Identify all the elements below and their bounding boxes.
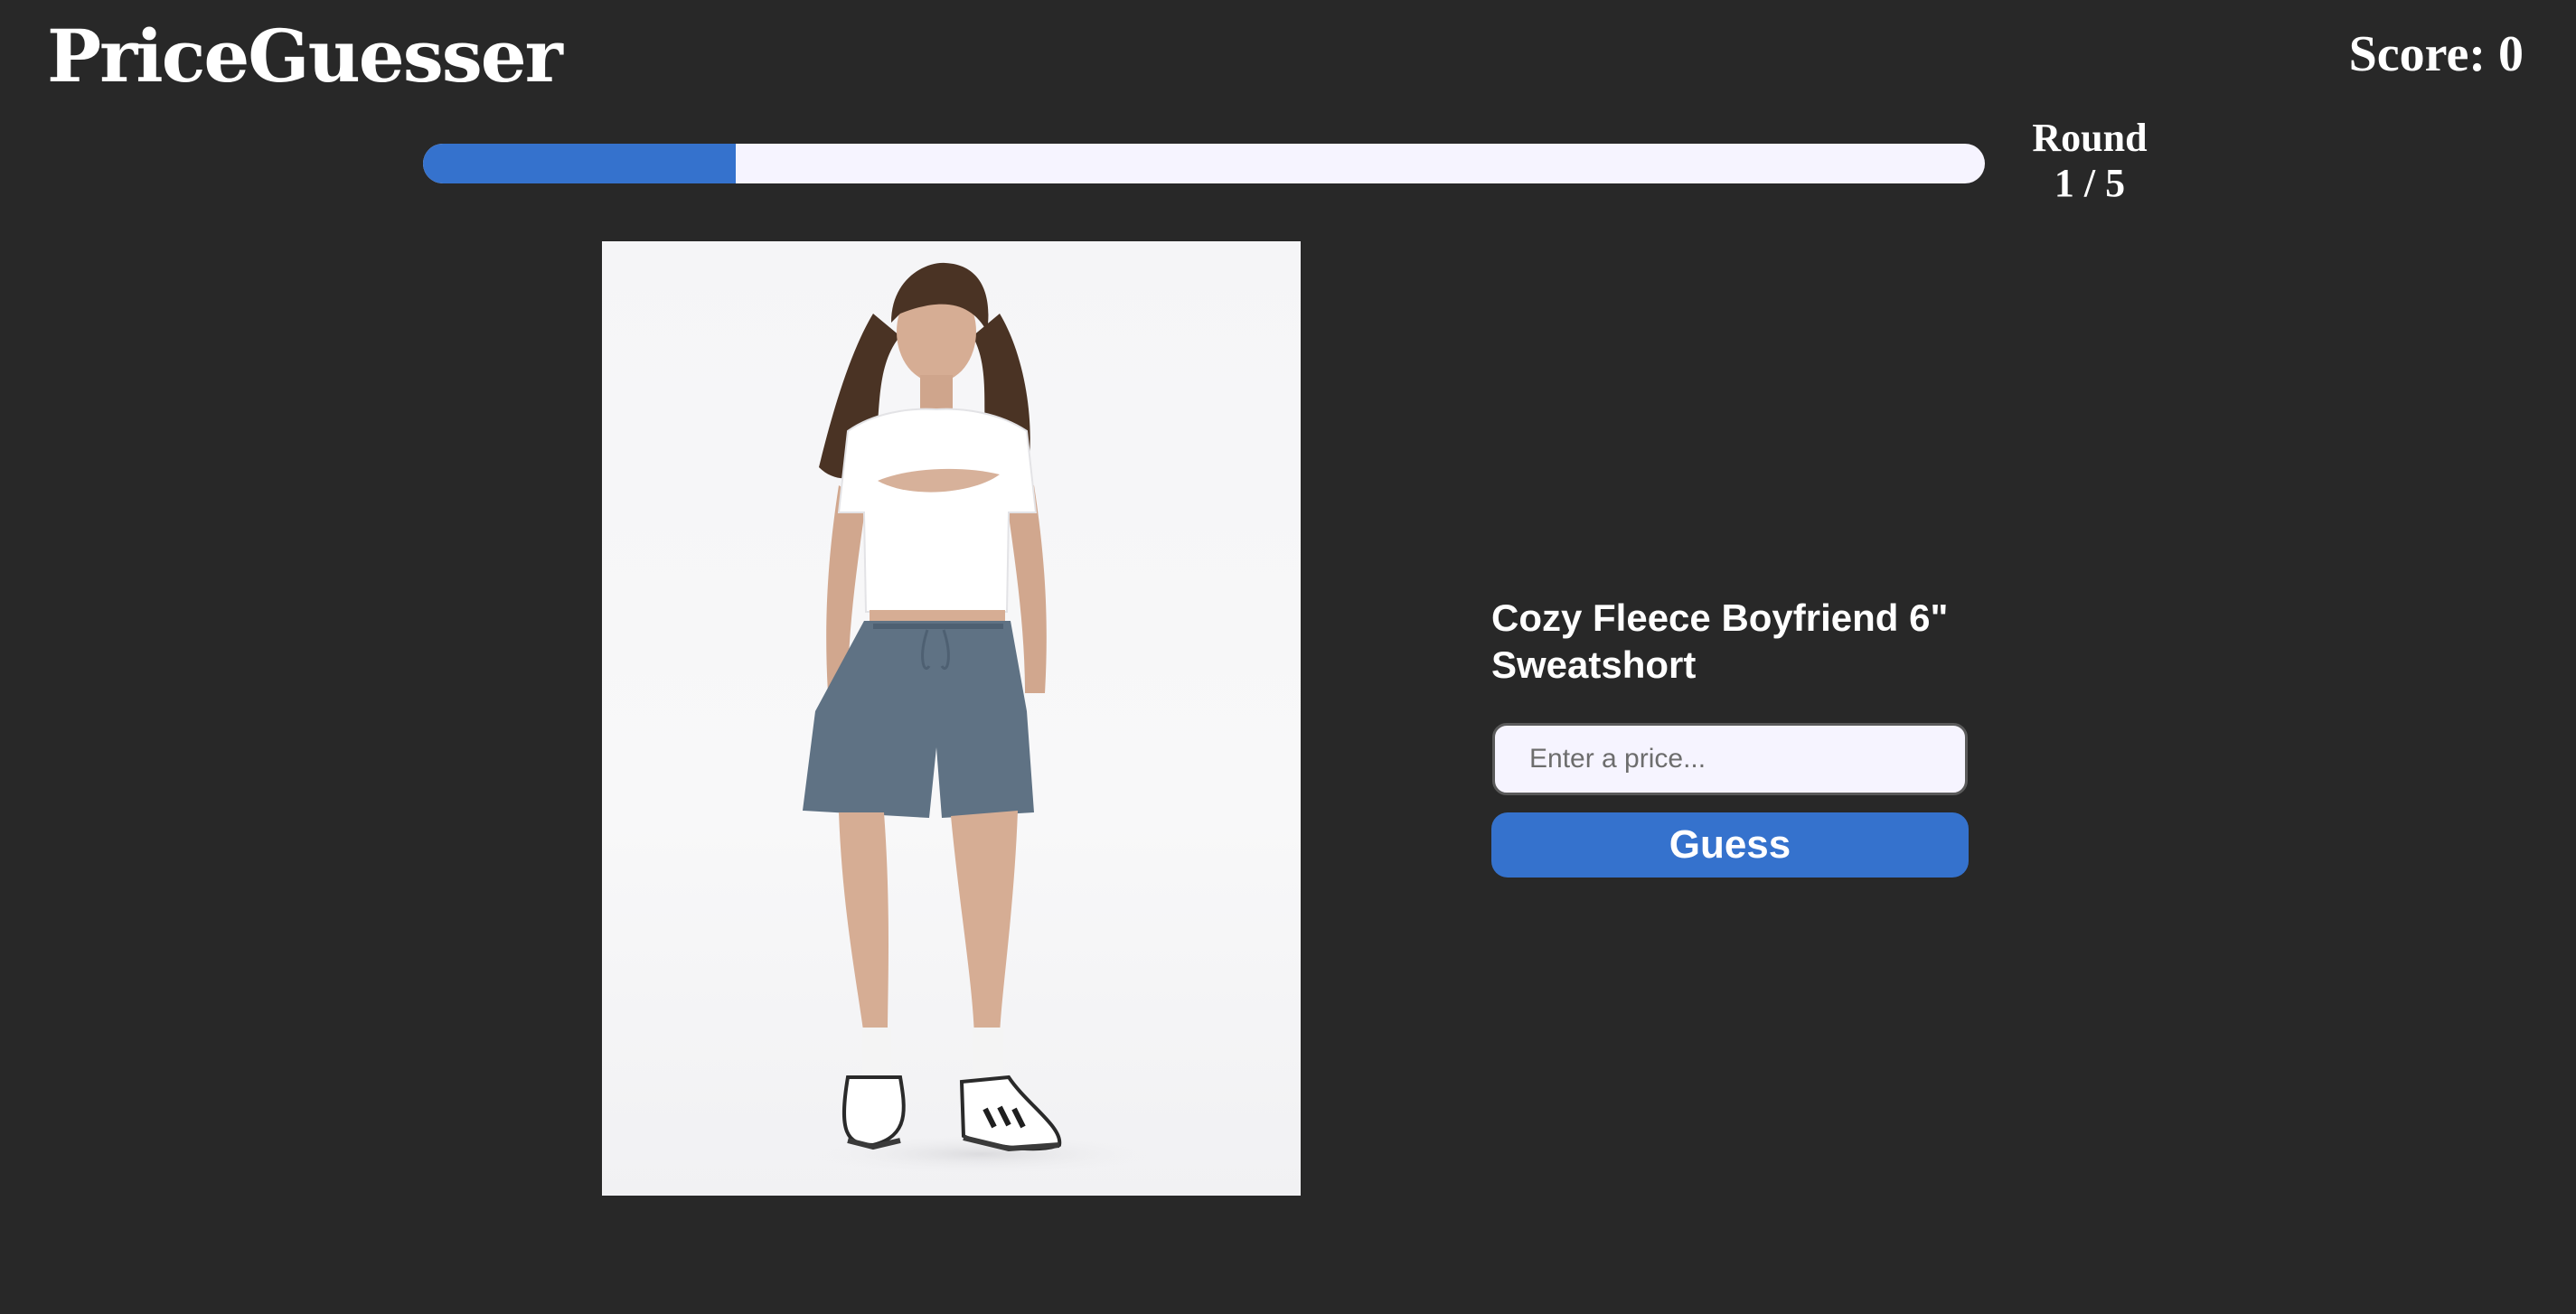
round-progress-fill (423, 144, 736, 183)
round-progress-bar (423, 144, 1985, 183)
product-image (602, 241, 1301, 1196)
price-input[interactable] (1492, 723, 1968, 795)
app-title: PriceGuesser (47, 14, 563, 99)
round-indicator: Round 1 / 5 (1999, 116, 2180, 206)
product-photo-illustration (803, 262, 1153, 1174)
guess-button[interactable]: Guess (1491, 812, 1969, 878)
round-counter: 1 / 5 (2054, 161, 2126, 205)
round-label: Round (2032, 116, 2148, 160)
score-display: Score: 0 (2348, 26, 2524, 82)
product-name: Cozy Fleece Boyfriend 6" Sweatshort (1491, 596, 1949, 686)
